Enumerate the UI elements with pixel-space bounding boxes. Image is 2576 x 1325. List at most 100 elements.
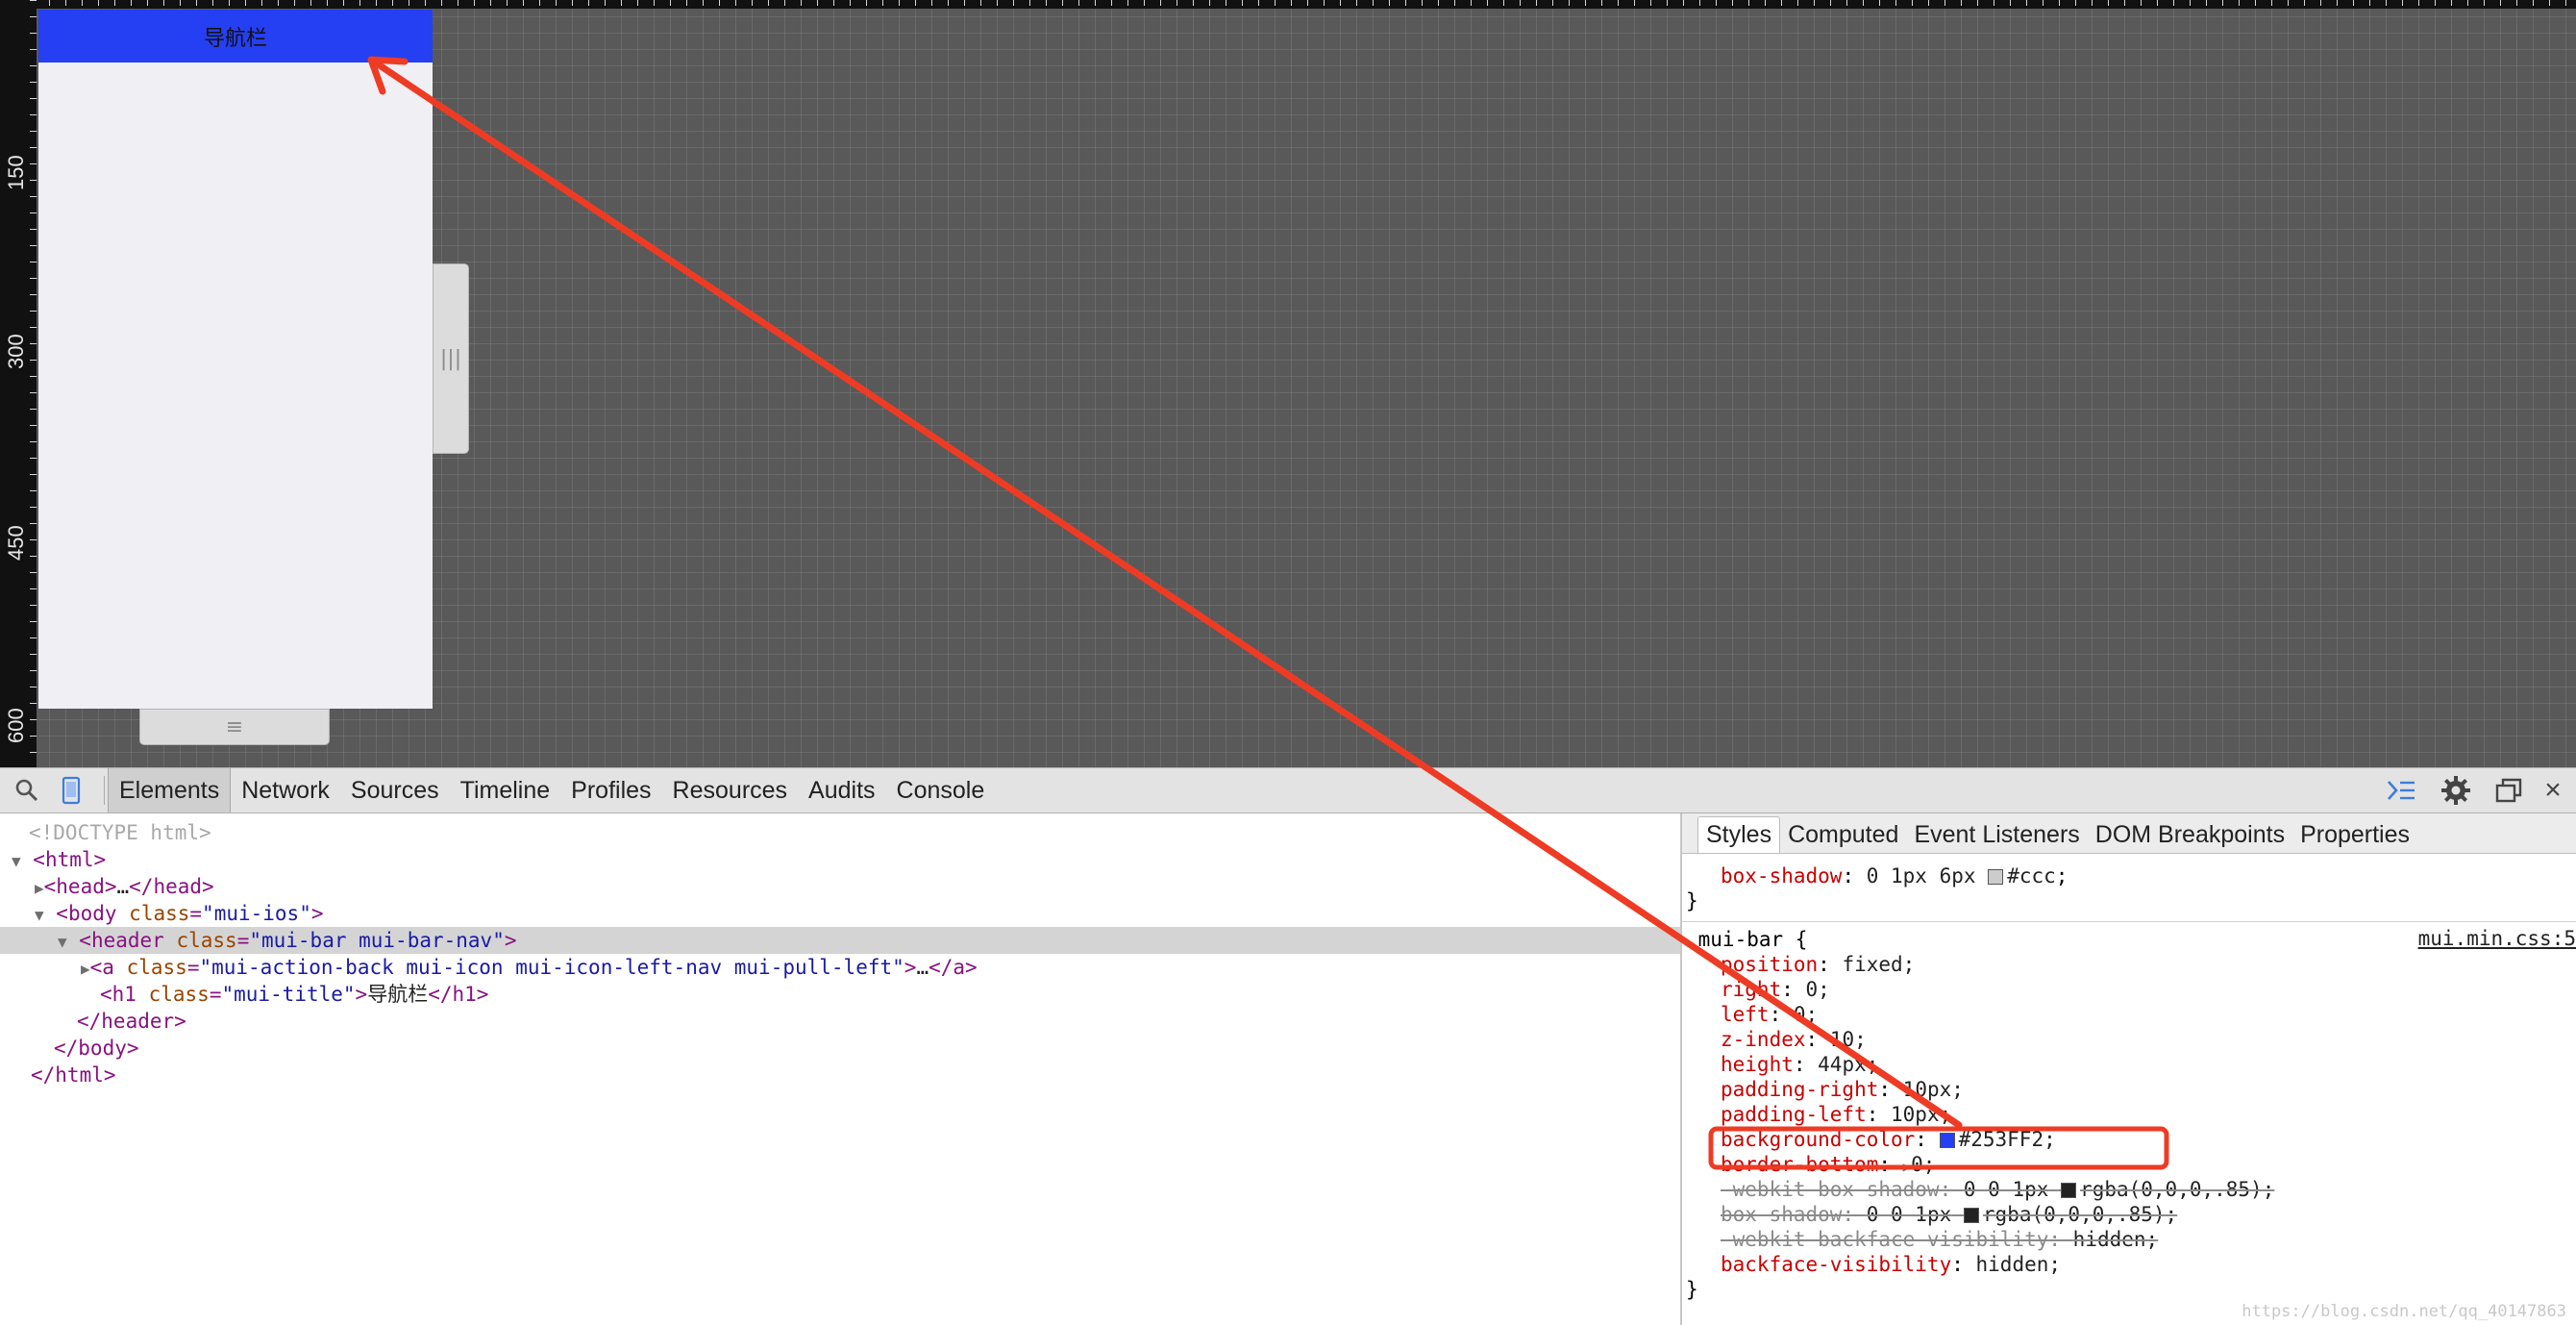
body-class-value: "mui-ios": [202, 902, 311, 925]
tab-sources[interactable]: Sources: [340, 768, 450, 812]
header-tag-end: >: [504, 929, 517, 952]
tab-profiles[interactable]: Profiles: [560, 768, 661, 812]
tab-styles[interactable]: Styles: [1697, 816, 1781, 853]
tree-node-h1[interactable]: <h1 class="mui-title">导航栏</h1>: [0, 981, 1680, 1008]
anchor-tag: <a: [89, 956, 114, 979]
css-declaration-z-index[interactable]: z-index: 10;: [1721, 1027, 1867, 1052]
tab-event-listeners[interactable]: Event Listeners: [1906, 816, 2087, 853]
tab-dom-breakpoints[interactable]: DOM Breakpoints: [2088, 816, 2292, 853]
css-declaration-height[interactable]: height: 44px;: [1721, 1052, 1878, 1077]
css-property: padding-right: [1721, 1078, 1879, 1101]
css-value: 0 0 1px: [1963, 1178, 2049, 1201]
tree-node-doctype[interactable]: <!DOCTYPE html>: [0, 819, 1680, 846]
css-value-color: rgba(0,0,0,.85);: [2080, 1178, 2275, 1201]
css-value: hidden;: [1975, 1253, 2062, 1276]
h1-tag-end: >: [355, 983, 368, 1006]
css-value: hidden;: [2072, 1228, 2159, 1251]
css-declaration-webkit-backface-visibility[interactable]: -webkit-backface-visibility: hidden;: [1721, 1227, 2158, 1252]
ruler-label-300: 300: [4, 334, 28, 369]
css-property: background-color: [1721, 1128, 1916, 1151]
drawer-toggle-icon[interactable]: [2382, 768, 2420, 812]
anchor-ellipsis: …: [916, 956, 929, 979]
css-selector[interactable]: .mui-bar {: [1686, 927, 1807, 952]
anchor-close-tag: </a>: [929, 956, 978, 979]
color-swatch[interactable]: [1988, 869, 2004, 885]
tab-timeline[interactable]: Timeline: [450, 768, 561, 812]
expanded-triangle-icon[interactable]: ▼: [35, 906, 44, 924]
head-close-tag: </head>: [129, 875, 214, 898]
css-declaration-webkit-box-shadow[interactable]: -webkit-box-shadow: 0 0 1px rgba(0,0,0,.…: [1721, 1177, 2274, 1202]
css-declaration-padding-right[interactable]: padding-right: 10px;: [1721, 1077, 1964, 1102]
nav-bar-header[interactable]: 导航栏: [38, 10, 433, 62]
tree-node-header-close[interactable]: </header>: [0, 1008, 1680, 1035]
tab-console[interactable]: Console: [886, 768, 996, 812]
css-source-link[interactable]: mui.min.css:5: [2418, 927, 2576, 950]
anchor-class-value: "mui-action-back mui-icon mui-icon-left-…: [199, 956, 904, 979]
css-value: 0;: [1805, 978, 1830, 1001]
tree-node-body[interactable]: ▼ <body class="mui-ios">: [0, 900, 1680, 927]
tree-node-html[interactable]: ▼ <html>: [0, 846, 1680, 873]
css-declaration-border-bottom[interactable]: border-bottom: ▶0;: [1721, 1152, 1935, 1177]
anchor-tag-end: >: [904, 956, 917, 979]
tab-elements[interactable]: Elements: [108, 768, 232, 812]
tree-node-header-selected[interactable]: ▼ <header class="mui-bar mui-bar-nav">: [0, 927, 1680, 954]
tree-node-body-close[interactable]: </body>: [0, 1035, 1680, 1062]
tab-audits[interactable]: Audits: [798, 768, 885, 812]
device-height-resize-handle[interactable]: ≡: [139, 709, 330, 745]
css-property: left: [1721, 1003, 1770, 1026]
expand-triangle-icon[interactable]: ▶: [1903, 1160, 1911, 1175]
css-declaration-padding-left[interactable]: padding-left: 10px;: [1721, 1102, 1951, 1127]
tab-computed[interactable]: Computed: [1780, 816, 1906, 853]
search-icon[interactable]: [8, 768, 46, 812]
html-open-tag: <html>: [33, 848, 107, 871]
css-declaration-box-shadow[interactable]: box-shadow: 0 0 1px rgba(0,0,0,.85);: [1721, 1202, 2177, 1227]
css-declaration-backface-visibility[interactable]: backface-visibility: hidden;: [1721, 1252, 2061, 1277]
tab-resources[interactable]: Resources: [662, 768, 799, 812]
tree-node-anchor[interactable]: ▶<a class="mui-action-back mui-icon mui-…: [0, 954, 1680, 981]
tab-properties[interactable]: Properties: [2292, 816, 2417, 853]
color-swatch[interactable]: [1939, 1133, 1955, 1148]
expanded-triangle-icon[interactable]: ▼: [12, 852, 21, 870]
device-emulation-canvas: 150 300 450 600 导航栏 ||| ≡: [0, 0, 2576, 767]
css-declaration-position[interactable]: position: fixed;: [1721, 952, 1915, 977]
settings-gear-icon[interactable]: [2437, 768, 2475, 812]
css-property: right: [1721, 978, 1782, 1001]
css-property: height: [1721, 1053, 1794, 1076]
css-value: 10px;: [1891, 1103, 1952, 1126]
collapsed-triangle-icon[interactable]: ▶: [35, 879, 44, 897]
header-class-value: "mui-bar mui-bar-nav": [249, 929, 505, 952]
head-ellipsis: …: [116, 875, 130, 898]
grip-icon: |||: [439, 346, 462, 371]
css-value: #253FF2;: [1958, 1128, 2056, 1151]
color-swatch[interactable]: [2061, 1183, 2077, 1198]
body-tag: <body: [56, 902, 117, 925]
css-declaration-background-color[interactable]: background-color: #253FF2;: [1721, 1127, 2056, 1152]
css-declaration-right[interactable]: right: 0;: [1721, 977, 1830, 1002]
nav-bar-title: 导航栏: [203, 26, 267, 51]
collapsed-triangle-icon[interactable]: ▶: [81, 960, 90, 978]
head-open-tag: <head>: [43, 875, 117, 898]
prev-rule-close: }: [1686, 889, 1698, 912]
tree-node-html-close[interactable]: </html>: [0, 1062, 1680, 1088]
dock-side-icon[interactable]: [2489, 768, 2528, 812]
emulated-device-screen[interactable]: 导航栏: [38, 10, 433, 709]
header-tag: <header: [79, 929, 164, 952]
body-tag-end: >: [310, 902, 324, 925]
css-property: position: [1721, 953, 1819, 976]
expanded-triangle-icon[interactable]: ▼: [58, 933, 67, 951]
device-mode-icon[interactable]: [52, 768, 90, 812]
watermark-text: https://blog.csdn.net/qq_40147863: [2242, 1302, 2566, 1321]
css-value: 0 1px 6px: [1866, 864, 1976, 888]
device-width-resize-handle[interactable]: |||: [433, 263, 469, 454]
close-icon[interactable]: ×: [2534, 768, 2572, 812]
prev-rule-declaration[interactable]: box-shadow: 0 1px 6px #ccc;: [1721, 863, 2068, 888]
h1-close-tag: </h1>: [428, 983, 489, 1006]
css-declaration-left[interactable]: left: 0;: [1721, 1002, 1818, 1027]
anchor-class-attr: class: [126, 956, 187, 979]
tree-node-head[interactable]: ▶<head>…</head>: [0, 873, 1680, 900]
tab-network[interactable]: Network: [231, 768, 340, 812]
color-swatch[interactable]: [1963, 1208, 1979, 1223]
css-property: backface-visibility: [1721, 1253, 1952, 1276]
css-property: box-shadow: [1721, 1203, 1843, 1226]
h1-tag: <h1: [100, 983, 136, 1006]
